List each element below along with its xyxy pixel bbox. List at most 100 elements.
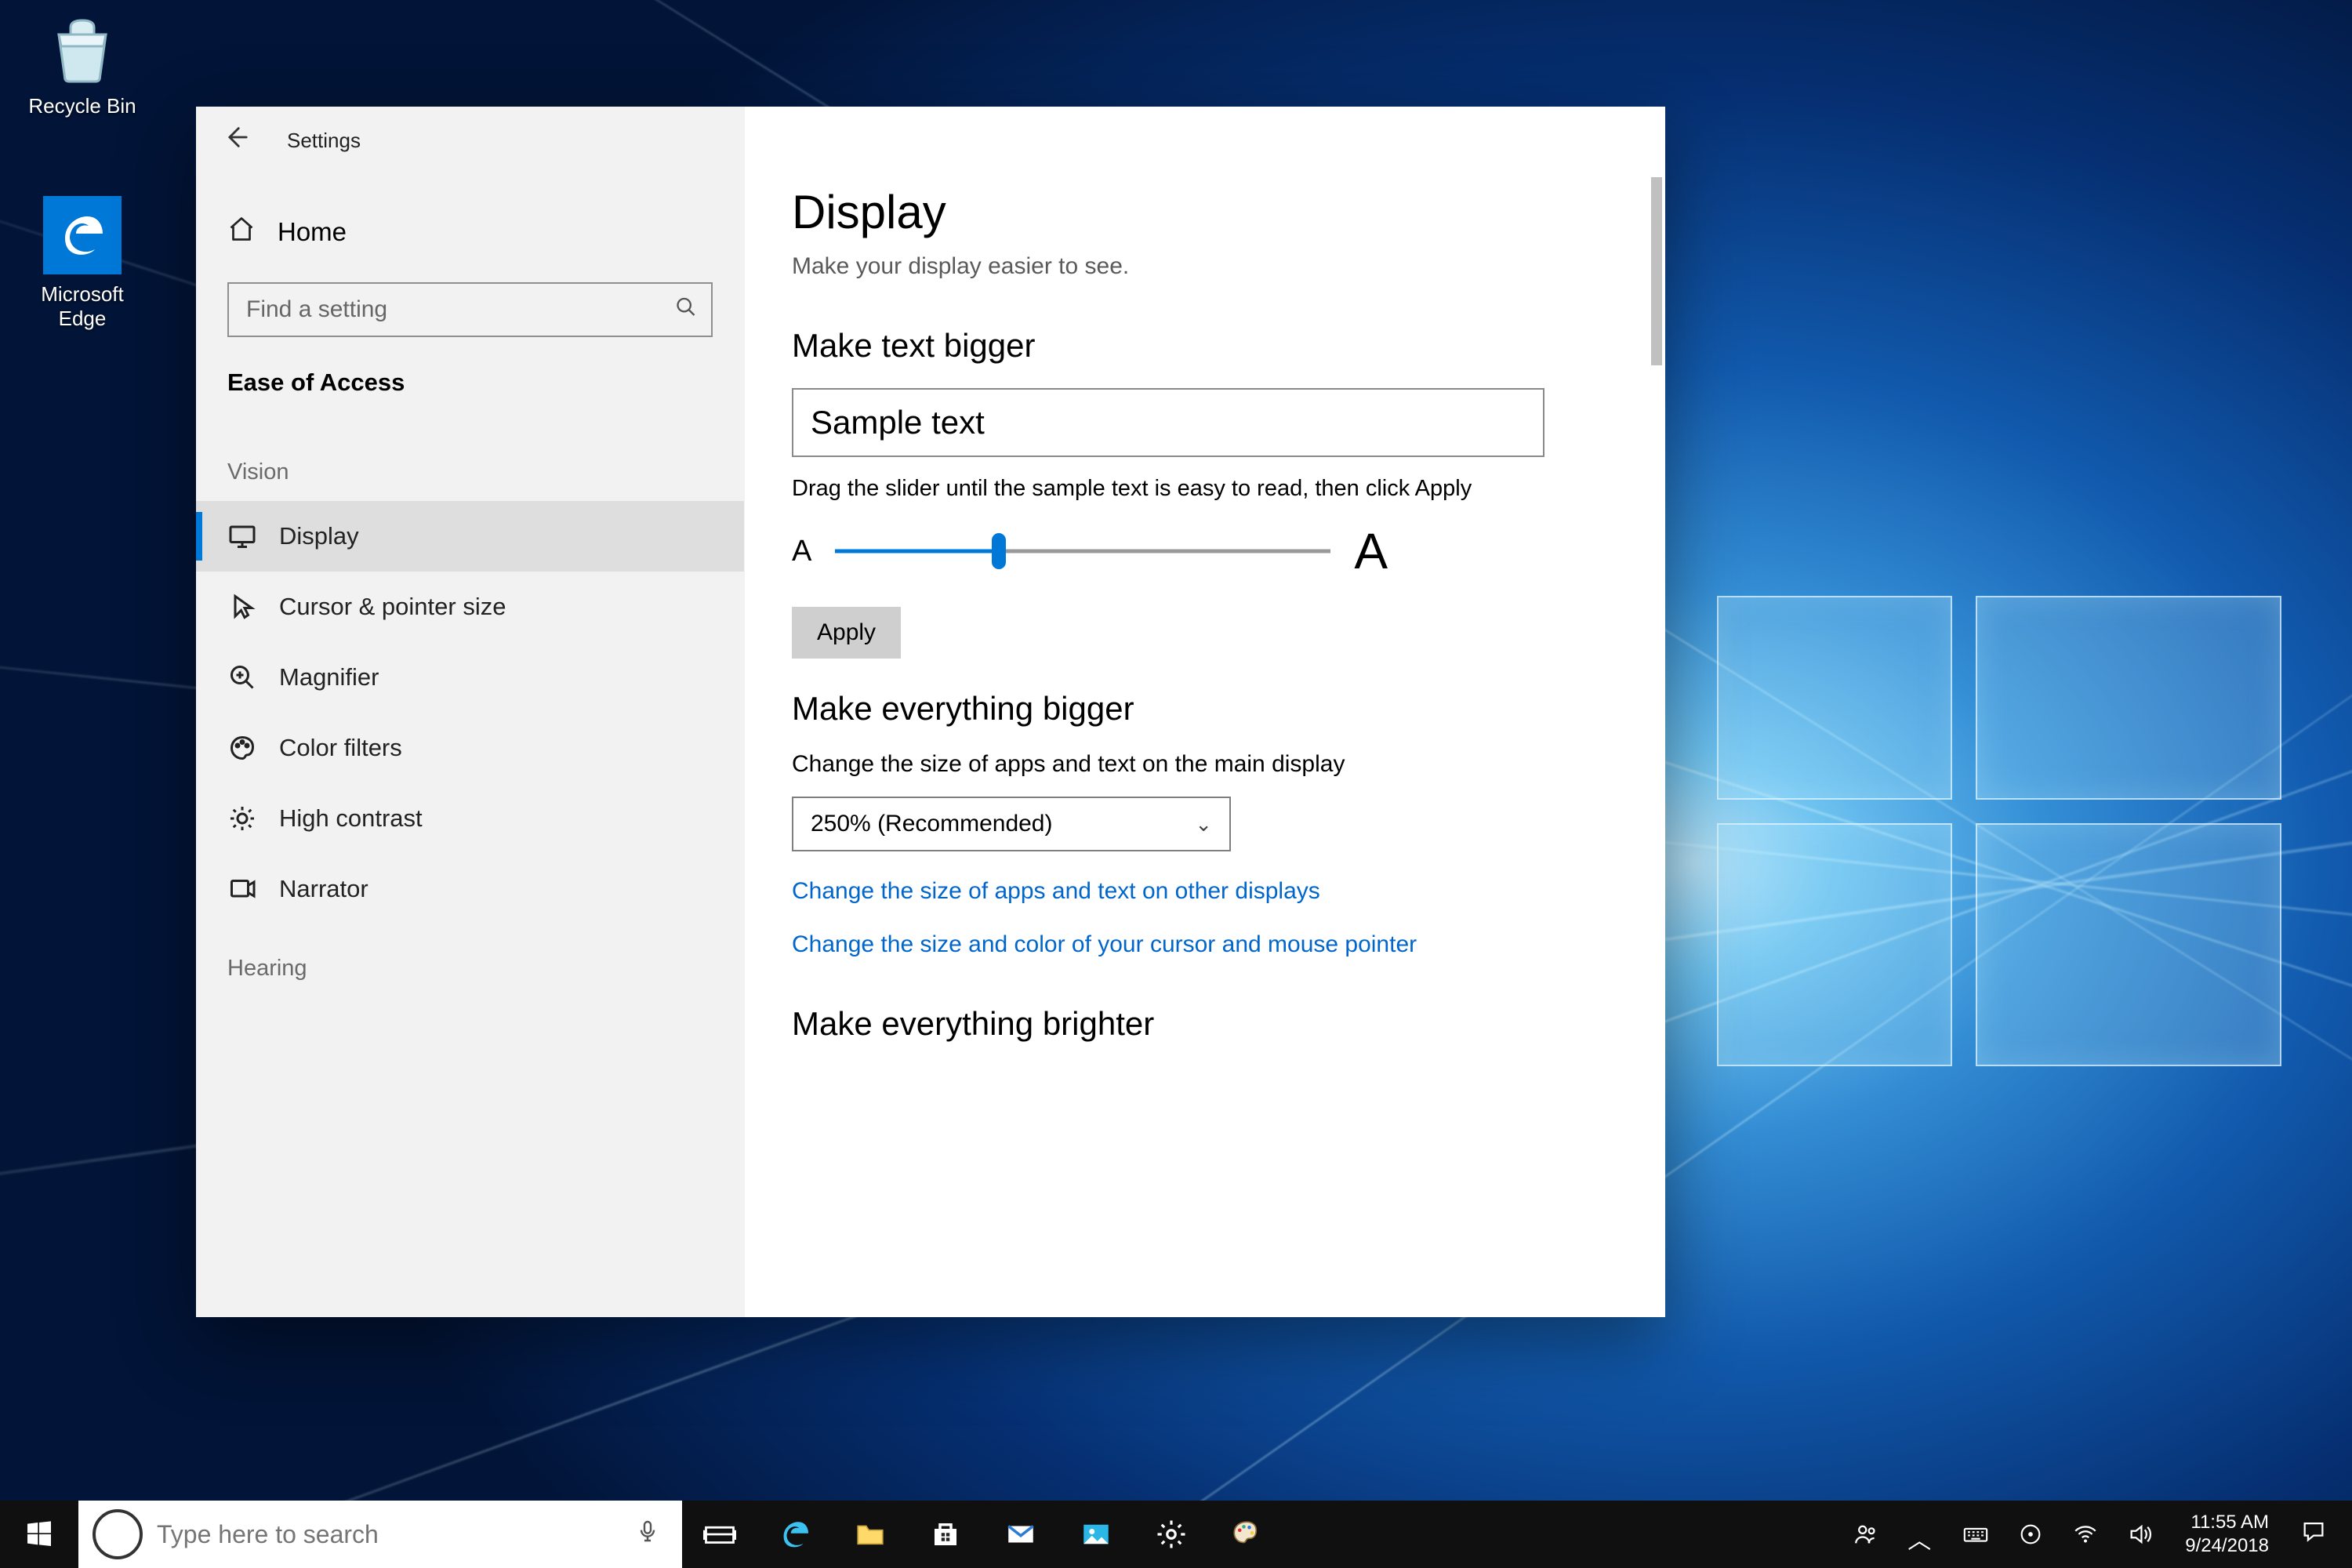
windows-logo-icon xyxy=(24,1519,55,1550)
taskbar-app-settings[interactable] xyxy=(1134,1501,1209,1568)
settings-content: Display Make your display easier to see.… xyxy=(745,107,1665,1317)
taskbar-app-paint[interactable] xyxy=(1209,1501,1284,1568)
search-input[interactable] xyxy=(227,282,713,337)
section-make-everything-brighter: Make everything brighter xyxy=(792,1005,1618,1043)
link-other-displays[interactable]: Change the size of apps and text on othe… xyxy=(792,878,1618,905)
recycle-bin-icon xyxy=(45,11,120,86)
photos-icon xyxy=(1080,1518,1112,1551)
sidebar-item-display[interactable]: Display xyxy=(196,501,744,572)
back-button[interactable] xyxy=(212,124,259,157)
taskbar-app-photos[interactable] xyxy=(1058,1501,1134,1568)
sidebar-item-magnifier[interactable]: Magnifier xyxy=(196,642,744,713)
edge-icon xyxy=(779,1518,811,1551)
section-make-text-bigger: Make text bigger xyxy=(792,327,1618,365)
desktop-icon-recycle-bin[interactable]: Recycle Bin xyxy=(16,11,149,118)
desktop-icon-edge[interactable]: Microsoft Edge xyxy=(16,196,149,331)
sidebar-item-color-filters[interactable]: Color filters xyxy=(196,713,744,783)
sidebar-item-label: Magnifier xyxy=(279,663,379,691)
sidebar-item-label: Narrator xyxy=(279,875,368,903)
sidebar-item-narrator[interactable]: Narrator xyxy=(196,854,744,924)
chevron-down-icon: ⌄ xyxy=(1195,812,1212,837)
sample-text-box: Sample text xyxy=(792,388,1544,457)
slider-label-big: A xyxy=(1354,522,1388,580)
section-make-everything-bigger: Make everything bigger xyxy=(792,690,1618,728)
keyboard-icon xyxy=(1962,1521,1989,1548)
desktop-icon-label: Microsoft Edge xyxy=(16,282,149,331)
dropdown-value: 250% (Recommended) xyxy=(811,811,1052,837)
settings-window: — ☐ ✕ Settings Home xyxy=(196,107,1665,1317)
task-view-icon xyxy=(703,1518,736,1551)
clock-time: 11:55 AM xyxy=(2185,1511,2269,1534)
cursor-icon xyxy=(227,592,257,622)
taskbar-search[interactable] xyxy=(78,1501,682,1568)
store-icon xyxy=(929,1518,962,1551)
sidebar-item-label: High contrast xyxy=(279,804,423,833)
slider-thumb[interactable] xyxy=(992,533,1006,569)
back-arrow-icon xyxy=(222,124,249,151)
edge-icon xyxy=(57,210,107,260)
mail-icon xyxy=(1004,1518,1037,1551)
paint-icon xyxy=(1230,1518,1263,1551)
search-wrap xyxy=(227,282,713,337)
page-title: Display xyxy=(792,185,1618,239)
desktop-background[interactable]: Recycle Bin Microsoft Edge — ☐ ✕ Setting… xyxy=(0,0,2352,1568)
people-icon xyxy=(1853,1521,1879,1548)
taskbar-search-input[interactable] xyxy=(157,1520,624,1549)
folder-icon xyxy=(854,1518,887,1551)
task-view-button[interactable] xyxy=(682,1501,757,1568)
notifications-icon xyxy=(2300,1518,2327,1552)
sidebar-home-label: Home xyxy=(278,217,347,247)
taskbar-app-edge[interactable] xyxy=(757,1501,833,1568)
tray-people[interactable] xyxy=(1838,1521,1893,1548)
taskbar-app-file-explorer[interactable] xyxy=(833,1501,908,1568)
taskbar-app-mail[interactable] xyxy=(983,1501,1058,1568)
tray-wifi[interactable] xyxy=(2058,1521,2113,1548)
scale-description: Change the size of apps and text on the … xyxy=(792,751,1544,778)
titlebar: Settings xyxy=(196,107,744,174)
taskbar-clock[interactable]: 11:55 AM 9/24/2018 xyxy=(2168,1511,2286,1558)
taskbar-app-store[interactable] xyxy=(908,1501,983,1568)
search-icon xyxy=(675,296,697,324)
slider-fill xyxy=(835,550,999,554)
location-icon xyxy=(2017,1521,2044,1548)
sidebar-item-label: Color filters xyxy=(279,734,402,762)
sidebar-item-label: Display xyxy=(279,522,359,550)
tray-volume[interactable] xyxy=(2113,1521,2168,1548)
window-title: Settings xyxy=(287,129,361,153)
microphone-icon[interactable] xyxy=(624,1519,671,1551)
tray-overflow[interactable]: ︿ xyxy=(1893,1521,1948,1548)
wifi-icon xyxy=(2072,1521,2099,1548)
tray-location[interactable] xyxy=(2003,1521,2058,1548)
speaker-icon xyxy=(2127,1521,2154,1548)
cortana-icon[interactable] xyxy=(93,1509,143,1559)
slider-caption: Drag the slider until the sample text is… xyxy=(792,476,1560,502)
edge-tile xyxy=(43,196,122,274)
text-size-slider-row: A A xyxy=(792,522,1388,580)
wallpaper-windows-logo xyxy=(1717,596,2281,1066)
scrollbar-thumb[interactable] xyxy=(1651,177,1662,365)
sidebar-item-cursor[interactable]: Cursor & pointer size xyxy=(196,572,744,642)
sidebar-home[interactable]: Home xyxy=(196,201,744,263)
system-tray: ︿ 11:55 AM 9/24/2018 xyxy=(1838,1501,2352,1568)
home-icon xyxy=(227,215,256,249)
palette-icon xyxy=(227,733,257,763)
slider-track xyxy=(835,550,1330,554)
page-subtitle: Make your display easier to see. xyxy=(792,253,1618,280)
group-vision-label: Vision xyxy=(196,428,744,501)
sidebar-item-high-contrast[interactable]: High contrast xyxy=(196,783,744,854)
narrator-icon xyxy=(227,874,257,904)
content-scrollbar[interactable] xyxy=(1651,177,1662,1309)
display-icon xyxy=(227,521,257,551)
desktop-icon-label: Recycle Bin xyxy=(16,94,149,118)
start-button[interactable] xyxy=(0,1501,78,1568)
link-cursor-color[interactable]: Change the size and color of your cursor… xyxy=(792,931,1618,958)
group-hearing-label: Hearing xyxy=(196,924,744,997)
tray-input-method[interactable] xyxy=(1948,1521,2003,1548)
text-size-slider[interactable] xyxy=(835,535,1330,567)
apply-button[interactable]: Apply xyxy=(792,607,901,659)
sidebar-item-label: Cursor & pointer size xyxy=(279,593,506,621)
gear-icon xyxy=(1155,1518,1188,1551)
action-center-button[interactable] xyxy=(2286,1518,2341,1552)
display-scale-dropdown[interactable]: 250% (Recommended) ⌄ xyxy=(792,797,1231,851)
magnifier-icon xyxy=(227,662,257,692)
